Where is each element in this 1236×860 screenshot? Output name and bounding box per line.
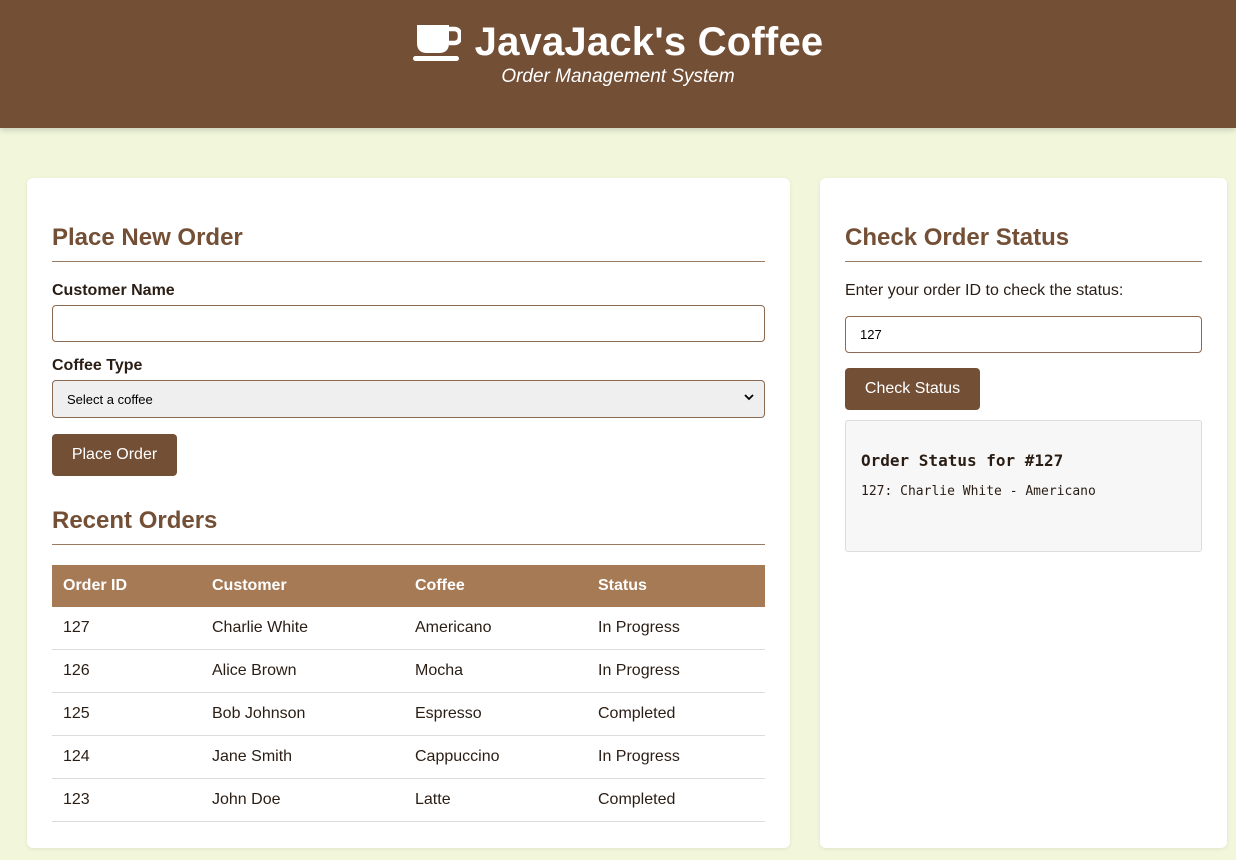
check-status-help-text: Enter your order ID to check the status: (845, 282, 1124, 299)
cell-customer: Charlie White (201, 607, 404, 650)
cell-customer: Alice Brown (201, 649, 404, 693)
cell-order-id: 127 (52, 607, 201, 650)
customer-name-label: Customer Name (52, 282, 175, 299)
coffee-type-label: Coffee Type (52, 357, 143, 374)
order-status-heading: Order Status for #127 (861, 451, 1064, 470)
recent-orders-table: Order ID Customer Coffee Status 127 Char… (52, 565, 765, 822)
app-title: JavaJack's Coffee (474, 20, 824, 64)
cell-status: In Progress (587, 649, 765, 693)
header-title-row: JavaJack's Coffee (0, 20, 1236, 65)
place-order-card: Place New Order Customer Name Coffee Typ… (27, 178, 790, 848)
cell-order-id: 125 (52, 692, 201, 736)
place-order-divider (52, 261, 765, 262)
recent-orders-title: Recent Orders (52, 507, 218, 534)
cell-customer: Bob Johnson (201, 692, 404, 736)
chevron-down-icon (744, 394, 754, 401)
column-header-coffee: Coffee (404, 565, 587, 607)
cell-coffee: Cappuccino (404, 735, 587, 779)
place-order-button[interactable]: Place Order (52, 434, 177, 476)
cell-coffee: Mocha (404, 649, 587, 693)
customer-name-input[interactable] (52, 305, 765, 342)
cell-coffee: Espresso (404, 692, 587, 736)
coffee-type-selected-value: Select a coffee (67, 391, 153, 407)
table-row: 126 Alice Brown Mocha In Progress (52, 649, 765, 693)
cell-coffee: Latte (404, 778, 587, 822)
cell-status: Completed (587, 692, 765, 736)
table-row: 125 Bob Johnson Espresso Completed (52, 692, 765, 736)
app-header: JavaJack's Coffee Order Management Syste… (0, 0, 1236, 128)
table-row: 124 Jane Smith Cappuccino In Progress (52, 735, 765, 779)
cell-status: Completed (587, 778, 765, 822)
cell-customer: John Doe (201, 778, 404, 822)
cell-coffee: Americano (404, 607, 587, 650)
column-header-status: Status (587, 565, 765, 607)
cell-customer: Jane Smith (201, 735, 404, 779)
check-status-title: Check Order Status (845, 224, 1070, 251)
order-id-input[interactable] (845, 316, 1202, 353)
table-header-row: Order ID Customer Coffee Status (52, 565, 765, 607)
cell-order-id: 124 (52, 735, 201, 779)
check-status-divider (845, 261, 1202, 262)
table-row: 127 Charlie White Americano In Progress (52, 607, 765, 650)
coffee-type-select[interactable]: Select a coffee (52, 380, 765, 418)
column-header-customer: Customer (201, 565, 404, 607)
cell-status: In Progress (587, 735, 765, 779)
cell-order-id: 123 (52, 778, 201, 822)
cell-status: In Progress (587, 607, 765, 650)
place-order-title: Place New Order (52, 224, 243, 251)
column-header-order-id: Order ID (52, 565, 201, 607)
recent-orders-divider (52, 544, 765, 545)
check-status-button[interactable]: Check Status (845, 368, 980, 410)
table-row: 123 John Doe Latte Completed (52, 778, 765, 822)
check-status-card: Check Order Status Enter your order ID t… (820, 178, 1227, 848)
cell-order-id: 126 (52, 649, 201, 693)
order-status-result: Order Status for #127 127: Charlie White… (845, 420, 1202, 552)
coffee-cup-icon (412, 24, 461, 61)
order-status-detail: 127: Charlie White - Americano (861, 484, 1096, 499)
app-subtitle: Order Management System (501, 66, 735, 87)
